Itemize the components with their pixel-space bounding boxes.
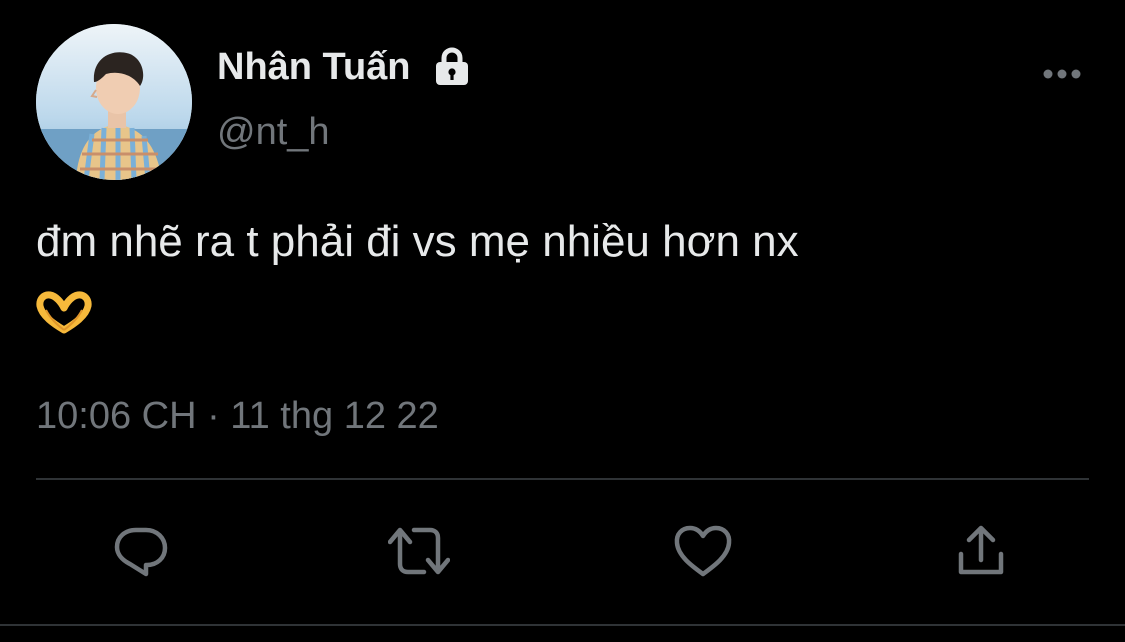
like-button[interactable] bbox=[672, 520, 734, 582]
retweet-button[interactable] bbox=[388, 520, 450, 582]
heart-icon bbox=[674, 525, 732, 577]
timestamp[interactable]: 10:06 CH · 11 thg 12 22 bbox=[36, 392, 439, 440]
tweet-text: đm nhẽ ra t phải đi vs mẹ nhiều hơn nx bbox=[36, 217, 799, 266]
retweet-icon bbox=[388, 527, 450, 575]
avatar[interactable] bbox=[36, 24, 192, 180]
avatar-photo bbox=[36, 24, 192, 180]
lock-icon bbox=[431, 46, 473, 88]
share-button[interactable] bbox=[950, 520, 1012, 582]
display-name[interactable]: Nhân Tuấn bbox=[217, 43, 411, 91]
share-icon bbox=[958, 525, 1004, 575]
heart-hands-emoji bbox=[36, 290, 92, 334]
divider bbox=[36, 478, 1089, 480]
bottom-divider bbox=[0, 624, 1125, 626]
author-name-row: Nhân Tuấn bbox=[217, 43, 473, 91]
more-horizontal-icon[interactable] bbox=[1038, 58, 1086, 90]
handle[interactable]: @nt_h bbox=[217, 108, 330, 156]
reply-button[interactable] bbox=[110, 520, 172, 582]
reply-icon bbox=[114, 527, 168, 577]
